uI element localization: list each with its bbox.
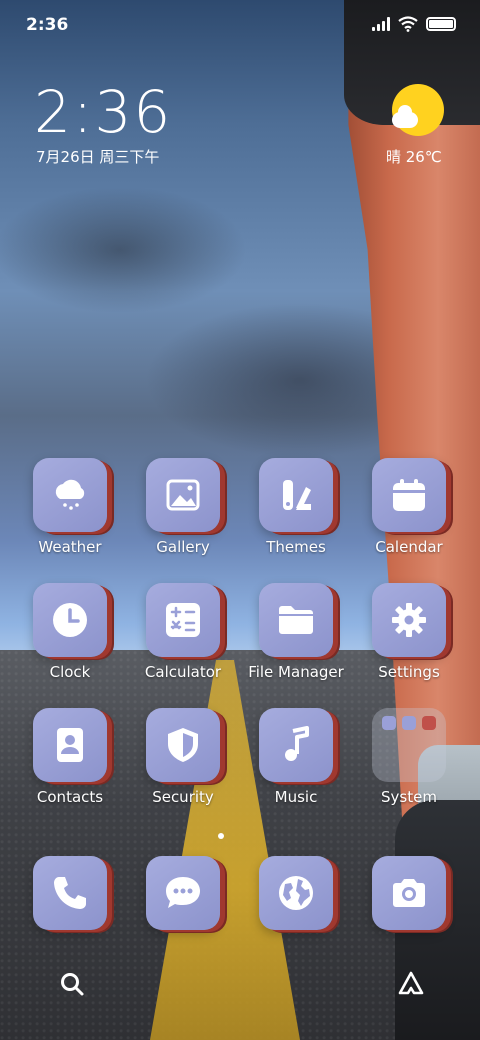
- status-time: 2:36: [26, 15, 69, 35]
- app-label: File Manager: [248, 663, 344, 681]
- music-note-icon: [259, 708, 333, 782]
- app-gallery[interactable]: Gallery: [133, 458, 233, 556]
- gallery-icon: [146, 458, 220, 532]
- folder-icon: [372, 708, 446, 782]
- folder-icon: [259, 583, 333, 657]
- app-label: Settings: [378, 663, 440, 681]
- app-label: Calendar: [375, 538, 443, 556]
- globe-icon: [259, 856, 333, 930]
- cloud-icon: [392, 105, 418, 128]
- dock-browser[interactable]: [246, 856, 346, 930]
- app-label: Security: [152, 788, 214, 806]
- themes-icon: [259, 458, 333, 532]
- app-label: Contacts: [36, 788, 104, 806]
- wifi-icon: [398, 16, 418, 32]
- gear-icon: [372, 583, 446, 657]
- app-clock[interactable]: Clock: [20, 583, 120, 681]
- weather-icon: [33, 458, 107, 532]
- app-themes[interactable]: Themes: [246, 458, 346, 556]
- app-contacts[interactable]: Contacts: [20, 708, 120, 806]
- app-label: Music: [274, 788, 318, 806]
- contacts-icon: [33, 708, 107, 782]
- app-file-manager[interactable]: File Manager: [246, 583, 346, 681]
- clock-widget-date: 7月26日 周三下午: [36, 148, 160, 166]
- message-icon: [146, 856, 220, 930]
- app-label: System: [381, 788, 437, 806]
- app-folder-system[interactable]: System: [359, 708, 459, 806]
- dock-camera[interactable]: [359, 856, 459, 930]
- camera-icon: [372, 856, 446, 930]
- signal-icon: [372, 17, 390, 31]
- clock-icon: [33, 583, 107, 657]
- dock-phone[interactable]: [20, 856, 120, 930]
- app-weather[interactable]: Weather: [20, 458, 120, 556]
- clock-widget-time[interactable]: 2:36: [34, 78, 172, 146]
- status-bar: 2:36: [0, 0, 480, 50]
- shield-icon: [146, 708, 220, 782]
- app-label: Themes: [266, 538, 326, 556]
- page-indicator[interactable]: [218, 833, 224, 839]
- home-screen: 2:36 2:36 7月26日 周三下午 晴 26℃ Weather Galle…: [0, 0, 480, 1040]
- app-label: Calculator: [144, 663, 222, 681]
- app-security[interactable]: Security: [133, 708, 233, 806]
- app-label: Clock: [49, 663, 91, 681]
- calculator-icon: [146, 583, 220, 657]
- calendar-icon: [372, 458, 446, 532]
- phone-icon: [33, 856, 107, 930]
- dock-messages[interactable]: [133, 856, 233, 930]
- status-icons: [372, 16, 456, 32]
- app-calculator[interactable]: Calculator: [133, 583, 233, 681]
- app-settings[interactable]: Settings: [359, 583, 459, 681]
- weather-widget-text: 晴 26℃: [386, 148, 442, 166]
- battery-icon: [426, 17, 456, 31]
- app-label: Gallery: [156, 538, 210, 556]
- search-icon[interactable]: [58, 970, 86, 998]
- app-music[interactable]: Music: [246, 708, 346, 806]
- app-calendar[interactable]: Calendar: [359, 458, 459, 556]
- assistant-icon[interactable]: [397, 970, 425, 998]
- app-label: Weather: [38, 538, 102, 556]
